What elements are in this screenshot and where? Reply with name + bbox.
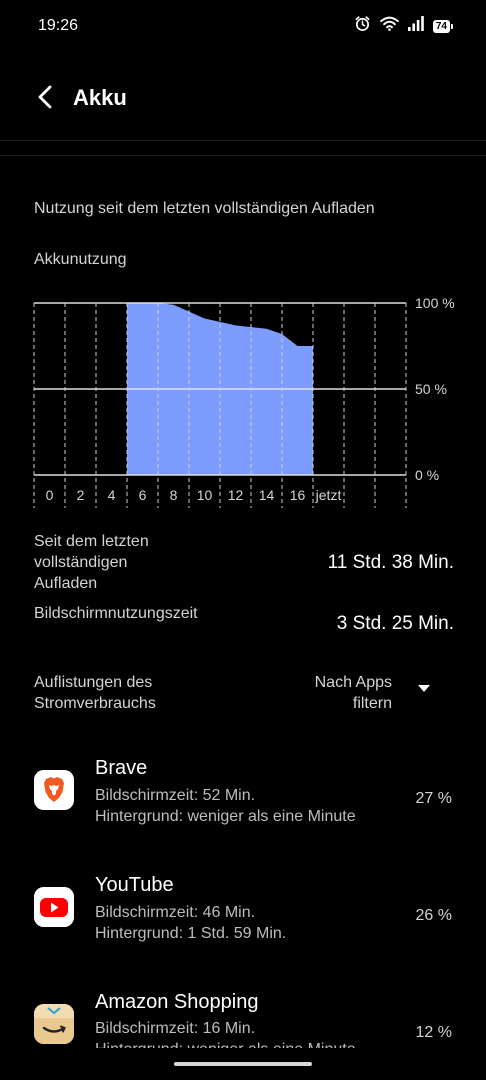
x-tick-label: 2 bbox=[77, 487, 85, 503]
app-percent: 12 % bbox=[415, 1024, 452, 1041]
x-tick-label: 6 bbox=[139, 487, 147, 503]
divider bbox=[0, 140, 486, 141]
battery-usage-chart-svg: 100 % 50 % 0 % 0 2 4 6 8 10 12 14 16 jetzt bbox=[33, 295, 455, 508]
chevron-down-icon bbox=[418, 685, 430, 692]
x-tick-label: 12 bbox=[228, 487, 244, 503]
status-time: 19:26 bbox=[38, 17, 79, 34]
signal-icon bbox=[407, 16, 424, 36]
app-screen-time: Bildschirmzeit: 16 Min. bbox=[95, 1020, 256, 1037]
app-item-brave[interactable]: Brave Bildschirmzeit: 52 Min. Hintergrun… bbox=[0, 757, 486, 857]
app-item-youtube[interactable]: YouTube Bildschirmzeit: 46 Min. Hintergr… bbox=[0, 874, 486, 974]
since-full-charge-value: 11 Std. 38 Min. bbox=[327, 552, 454, 573]
divider bbox=[0, 155, 486, 156]
x-tick-label: 0 bbox=[46, 487, 54, 503]
usage-since-label: Nutzung seit dem letzten vollständigen A… bbox=[34, 200, 375, 217]
app-name: Amazon Shopping bbox=[95, 991, 259, 1013]
chart-title: Akkunutzung bbox=[34, 251, 127, 268]
screen-time-row: Bildschirmnutzungszeit 3 Std. 25 Min. bbox=[34, 603, 454, 647]
x-tick-label: 16 bbox=[290, 487, 306, 503]
alarm-icon bbox=[354, 15, 371, 37]
back-arrow-icon bbox=[36, 85, 54, 114]
app-screen-time: Bildschirmzeit: 46 Min. bbox=[95, 904, 256, 921]
screen-time-label: Bildschirmnutzungszeit bbox=[34, 605, 198, 622]
status-bar: 19:26 74 bbox=[0, 0, 486, 52]
x-tick-label: 8 bbox=[170, 487, 178, 503]
battery-icon: 74 bbox=[432, 19, 454, 33]
y-tick-label: 100 % bbox=[415, 295, 455, 311]
app-screen-time: Bildschirmzeit: 52 Min. bbox=[95, 787, 256, 804]
consumption-listing-row: Auflistungen des Stromverbrauchs Nach Ap… bbox=[34, 672, 454, 718]
wifi-icon bbox=[380, 16, 399, 36]
app-percent: 27 % bbox=[415, 790, 452, 807]
amazon-icon bbox=[34, 1004, 74, 1044]
app-background-time: Hintergrund: 1 Std. 59 Min. bbox=[95, 925, 287, 942]
since-full-charge-row: Seit dem letzten vollständigen Aufladen … bbox=[34, 531, 454, 595]
back-button[interactable] bbox=[28, 82, 62, 116]
app-bar: Akku bbox=[0, 72, 486, 124]
filter-by-apps-label: Nach Apps filtern bbox=[314, 674, 392, 712]
page-title: Akku bbox=[73, 85, 127, 110]
x-tick-label: 14 bbox=[259, 487, 275, 503]
since-full-charge-label: Seit dem letzten vollständigen Aufladen bbox=[34, 533, 149, 592]
brave-icon bbox=[34, 770, 74, 810]
y-tick-label: 50 % bbox=[415, 381, 447, 397]
x-tick-label: jetzt bbox=[315, 487, 342, 503]
filter-by-apps-dropdown[interactable]: Nach Apps filtern bbox=[280, 672, 430, 716]
battery-usage-chart: 100 % 50 % 0 % 0 2 4 6 8 10 12 14 16 jetzt bbox=[0, 290, 486, 510]
consumption-listing-label: Auflistungen des Stromverbrauchs bbox=[34, 674, 156, 712]
x-tick-label: 10 bbox=[197, 487, 213, 503]
youtube-icon bbox=[34, 887, 74, 927]
status-icons: 74 bbox=[354, 14, 454, 38]
home-indicator[interactable] bbox=[174, 1062, 312, 1066]
app-background-time: Hintergrund: weniger als eine Minute bbox=[95, 808, 356, 825]
app-percent: 26 % bbox=[415, 907, 452, 924]
app-name: YouTube bbox=[95, 874, 174, 896]
screen-time-value: 3 Std. 25 Min. bbox=[336, 613, 454, 634]
app-name: Brave bbox=[95, 757, 148, 779]
y-tick-label: 0 % bbox=[415, 467, 439, 483]
x-tick-label: 4 bbox=[108, 487, 116, 503]
